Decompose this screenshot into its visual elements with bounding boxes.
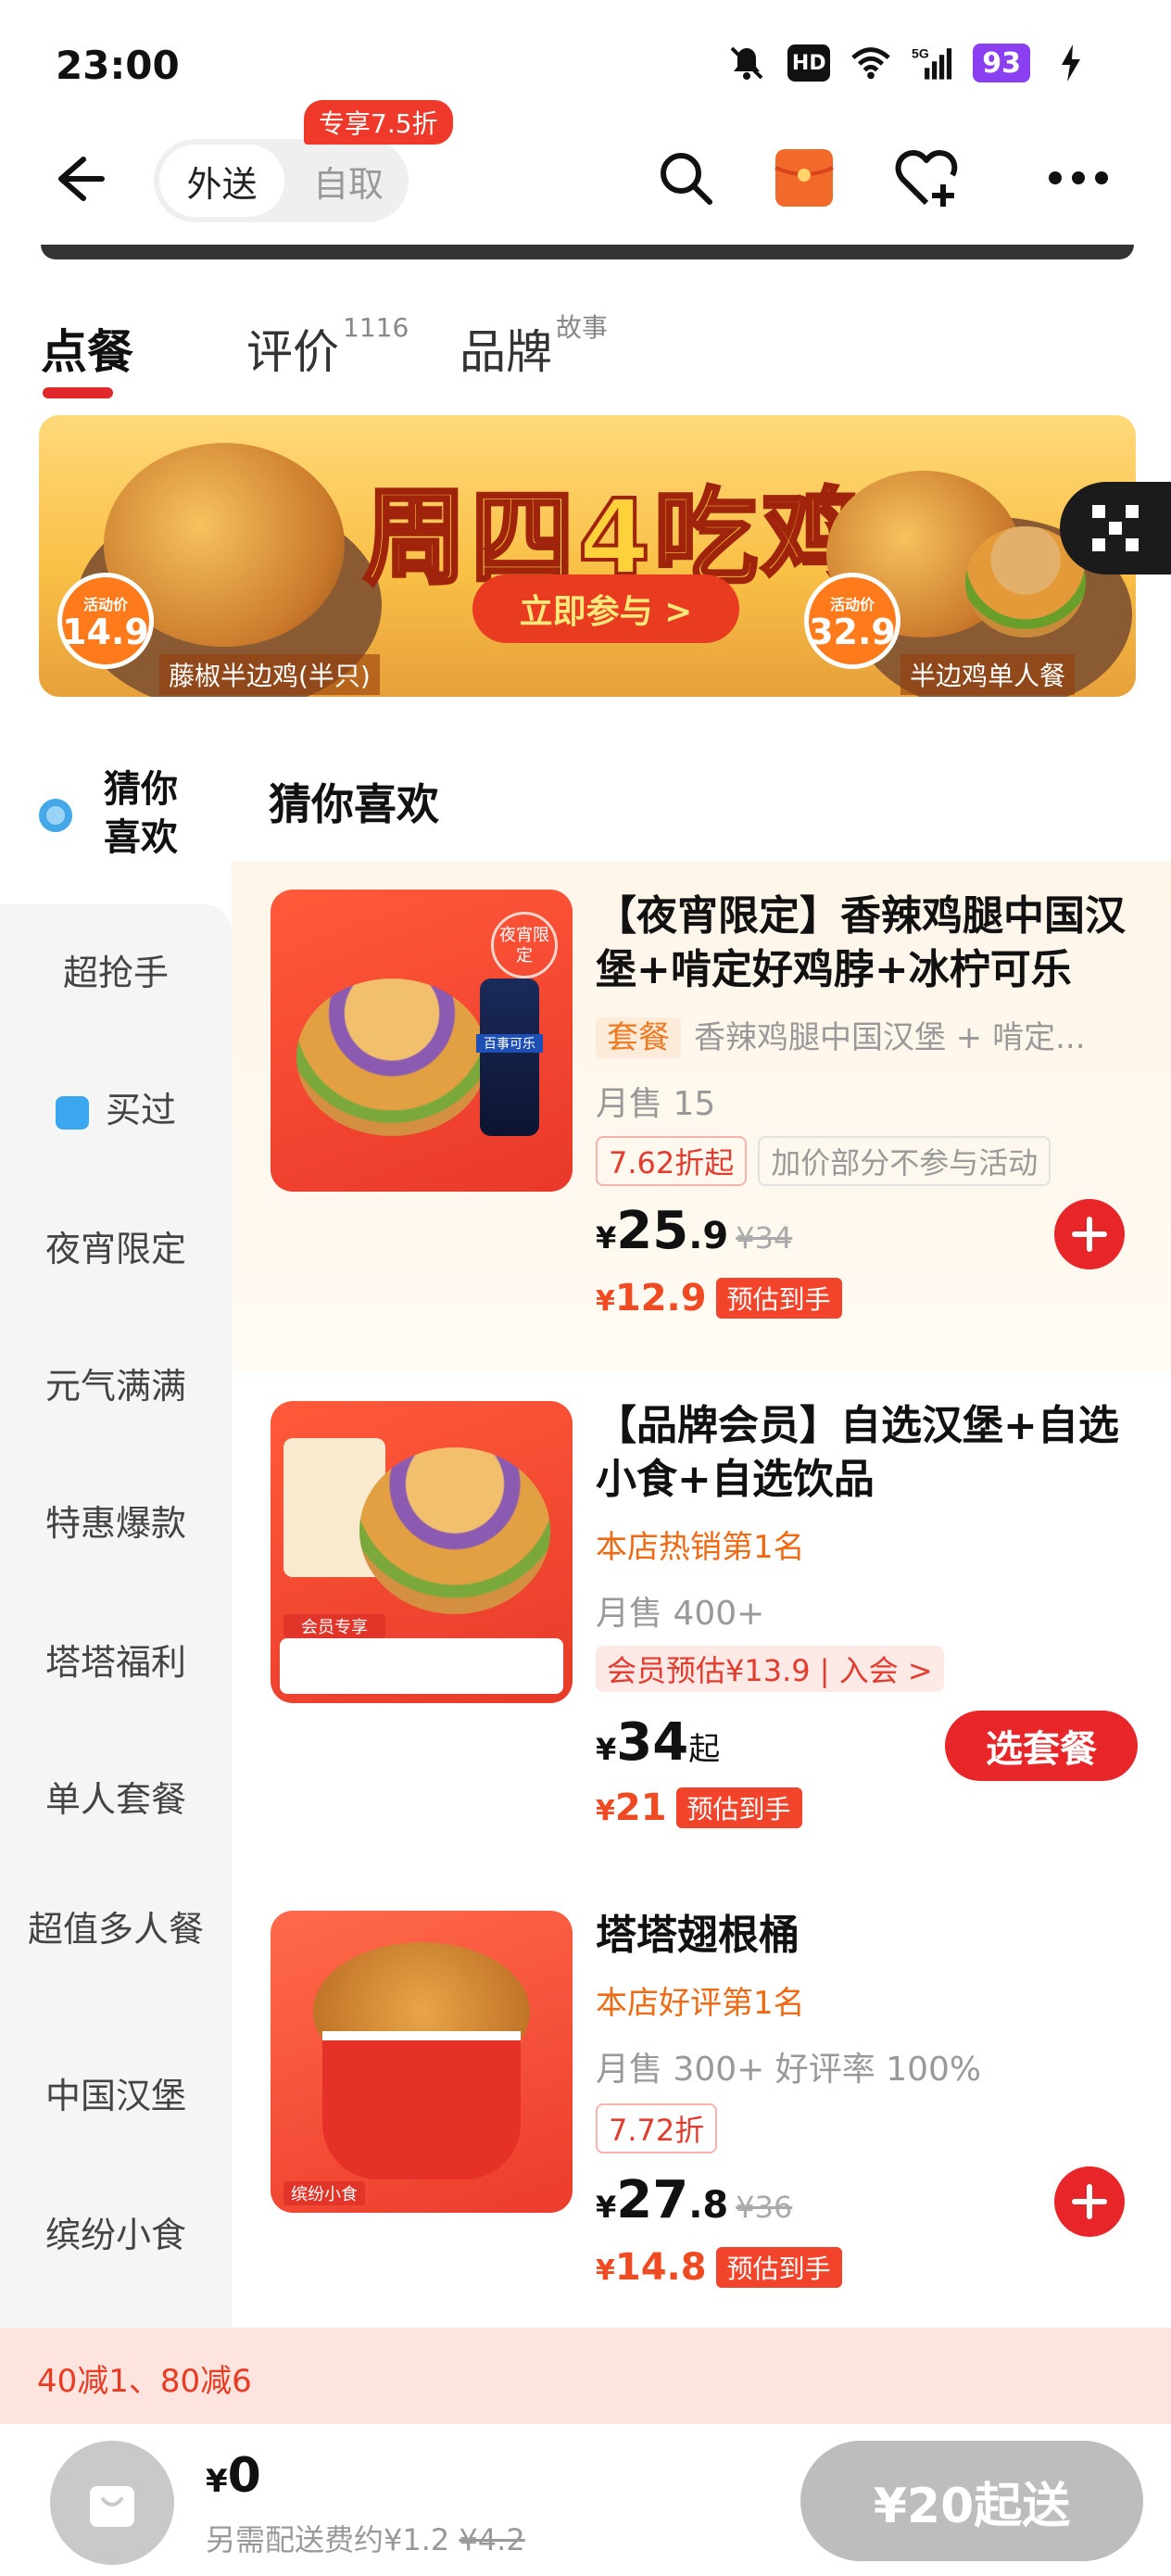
cellular-signal-icon: 5G [912,43,952,83]
product-card[interactable]: 会员专享 【品牌会员】自选汉堡+自选小食+自选饮品 本店热销第1名 月售 400… [232,1371,1171,1881]
price: ¥25.9 ¥34 [596,1201,793,1261]
monthly-sales: 月售 400+ [596,1595,765,1633]
discount-chip: 7.72折 [596,2103,718,2153]
pickup-option[interactable]: 自取 [293,145,404,217]
snack-badge: 缤纷小食 [283,2181,365,2205]
left-price-tag: 活动价 14.9 [57,573,154,669]
add-to-cart-button[interactable] [1054,1199,1125,1269]
product-name: 【夜宵限定】香辣鸡腿中国汉堡+啃定好鸡脖+冰柠可乐 [596,892,1126,993]
clock: 23:00 [56,43,180,88]
sidebar-item-single-meal[interactable]: 单人套餐 [0,1775,232,1824]
late-night-stamp: 夜宵限定 [491,912,558,979]
plus-icon [1072,2184,1107,2219]
minimum-order-button[interactable]: ¥20起送 [800,2441,1143,2561]
sidebar-item-energy[interactable]: 元气满满 [0,1362,232,1410]
tab-brand[interactable]: 品牌 故事 [460,312,608,382]
price: ¥27.8 ¥36 [596,2170,793,2230]
monthly-sales: 月售 15 [596,1085,716,1123]
sidebar-item-late-night[interactable]: 夜宵限定 [0,1225,232,1273]
price: ¥34起 [596,1712,721,1773]
rank-tag: 本店好评第1名 [596,1985,805,2022]
red-packet-icon[interactable] [767,141,841,215]
estimated-price: ¥14.8 预估到手 [596,2246,842,2289]
right-item-label: 半边鸡单人餐 [900,654,1076,695]
sidebar-item-bought[interactable]: 买过 [0,1086,232,1134]
delivery-mode-toggle[interactable]: 外送 自取 [154,139,409,222]
sidebar-item-group-meal[interactable]: 超值多人餐 [0,1905,232,1953]
hd-icon: HD [787,44,831,82]
member-chip-row: 会员预估¥13.9 | 入会 > [596,1646,944,1692]
rank-tag: 本店热销第1名 [596,1529,805,1566]
combo-desc: 套餐 香辣鸡腿中国汉堡 + 啃定... [596,1012,1086,1058]
sidebar-header-label: 猜你喜欢 [104,768,178,859]
estimated-price: ¥21 预估到手 [596,1787,802,1829]
scan-code-button[interactable] [1060,482,1171,575]
promo-banner[interactable]: 活动价 14.9 藤椒半边鸡(半只) 周四4吃鸡 立即参与 > 活动价 32.9… [39,415,1136,697]
search-icon[interactable] [648,141,723,215]
left-item-label: 藤椒半边鸡(半只) [159,654,380,695]
product-image[interactable]: 百事可乐 夜宵限定 [271,890,573,1192]
delivery-option[interactable]: 外送 [159,145,284,217]
sidebar-item-guess[interactable]: 猜你喜欢 [39,765,224,867]
full-reduction-text: 40减1、80减6 [37,2363,252,2400]
combo-options-strip [280,1638,563,1694]
cola-cup-image: 百事可乐 [476,979,543,1136]
section-title: 猜你喜欢 [269,779,439,829]
sidebar-item-tata-benefits[interactable]: 塔塔福利 [0,1638,232,1686]
estimated-price: ¥12.9 预估到手 [596,1277,842,1320]
bucket-image [322,2031,521,2179]
store-tabs: 点餐 评价 1116 品牌 故事 [0,297,1171,398]
monthly-sales-rating: 月售 300+ 好评率 100% [596,2051,982,2089]
cart-total: ¥0 [206,2448,261,2504]
banner-join-button[interactable]: 立即参与 > [472,575,739,643]
battery-icon: 93 [973,44,1030,82]
member-estimate-chip[interactable]: 会员预估¥13.9 | 入会 > [596,1646,944,1692]
burger-image [359,1447,550,1614]
sidebar-item-hot[interactable]: 超抢手 [0,949,232,997]
qr-code-icon [1092,505,1139,551]
product-image[interactable]: 缤纷小食 [271,1911,573,2213]
choose-combo-button[interactable]: 选套餐 [945,1711,1138,1781]
sidebar-item-snacks[interactable]: 缤纷小食 [0,2211,232,2259]
right-price-tag: 活动价 32.9 [804,573,900,669]
back-arrow-icon[interactable] [46,146,111,211]
favorite-add-icon[interactable] [891,141,965,215]
surcharge-note-chip: 加价部分不参与活动 [758,1136,1051,1186]
plus-icon [1072,1217,1107,1252]
mute-bell-icon [726,43,767,83]
product-card[interactable]: 百事可乐 夜宵限定 【夜宵限定】香辣鸡腿中国汉堡+啃定好鸡脖+冰柠可乐 套餐 香辣… [232,862,1171,1371]
header-divider [41,245,1134,259]
delivery-fee: 另需配送费约¥1.2 ¥4.2 [206,2522,525,2557]
full-reduction-strip: 40减1、80减6 [0,2328,1171,2424]
wifi-icon [850,43,891,83]
category-sidebar: 超抢手 买过 夜宵限定 元气满满 特惠爆款 塔塔福利 单人套餐 超值多人餐 中国… [0,904,232,2331]
discount-chips: 7.72折 [596,2103,718,2153]
cart-button[interactable] [50,2441,174,2565]
bought-bag-icon [55,1095,89,1130]
sidebar-item-chinese-burger[interactable]: 中国汉堡 [0,2072,232,2120]
pickup-discount-badge: 专享7.5折 [304,100,453,145]
charging-icon [1051,43,1091,83]
sidebar-item-deals[interactable]: 特惠爆款 [0,1499,232,1547]
member-badge: 会员专享 [283,1614,385,1638]
discount-chips: 7.62折起 加价部分不参与活动 [596,1136,1051,1186]
burger-image [296,979,487,1136]
tab-order[interactable]: 点餐 [41,315,137,382]
nav-bar: 外送 自取 专享7.5折 [0,100,1171,232]
shopping-bag-icon [90,2486,134,2527]
svg-text:5G: 5G [912,46,929,61]
product-card[interactable]: 缤纷小食 塔塔翅根桶 本店好评第1名 月售 300+ 好评率 100% 7.72… [232,1881,1171,2328]
discount-chip: 7.62折起 [596,1136,748,1186]
product-name: 【品牌会员】自选汉堡+自选小食+自选饮品 [596,1402,1119,1503]
active-tab-indicator [43,387,113,398]
guess-dot-icon [39,799,72,832]
product-name: 塔塔翅根桶 [596,1912,800,1959]
status-bar: 23:00 HD 5G 93 [0,0,1171,130]
tab-reviews[interactable]: 评价 1116 [246,312,409,382]
add-to-cart-button[interactable] [1054,2166,1125,2237]
product-image[interactable]: 会员专享 [271,1401,573,1703]
more-options-icon[interactable] [1041,141,1115,215]
checkout-bar: ¥0 另需配送费约¥1.2 ¥4.2 ¥20起送 [0,2424,1171,2576]
